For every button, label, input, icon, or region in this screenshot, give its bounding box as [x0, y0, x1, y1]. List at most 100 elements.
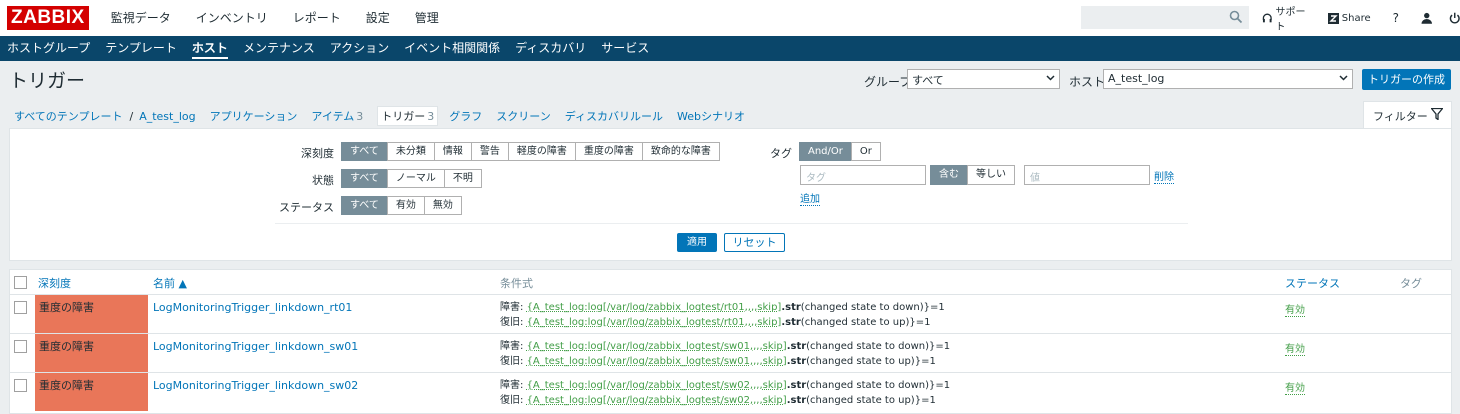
problem-expression: 障害: {A_test_log:log[/var/log/zabbix_logt…	[500, 339, 950, 354]
tag-remove-link[interactable]: 削除	[1154, 168, 1174, 184]
tab-items[interactable]: アイテム 3	[311, 108, 363, 124]
trigger-name-link[interactable]: LogMonitoringTrigger_linkdown_sw02	[153, 379, 358, 392]
state-unknown[interactable]: 不明	[443, 169, 482, 188]
row-checkbox[interactable]	[14, 340, 27, 353]
select-all-checkbox[interactable]	[14, 276, 27, 289]
triggers-table: 深刻度 名前 ▲ 条件式 ステータス タグ 重度の障害 LogMonitorin…	[9, 269, 1452, 414]
severity-warning[interactable]: 警告	[470, 142, 509, 161]
tag-mode-and-or[interactable]: And/Or	[799, 142, 852, 161]
breadcrumb-template[interactable]: A_test_log	[139, 110, 195, 123]
item-key-link[interactable]: {A_test_log:log[/var/log/zabbix_logtest/…	[527, 341, 787, 352]
tag-op-contains[interactable]: 含む	[930, 165, 968, 185]
submenu-hosts[interactable]: ホスト	[191, 36, 228, 61]
severity-information[interactable]: 情報	[433, 142, 472, 161]
tab-items-count: 3	[356, 110, 364, 123]
group-label: グループ	[864, 75, 912, 89]
filter-tab-label: フィルター	[1373, 110, 1428, 123]
recovery-expression: 復旧: {A_test_log:log[/var/log/zabbix_logt…	[500, 393, 950, 408]
tag-value-input[interactable]: 値	[1024, 165, 1150, 185]
column-name[interactable]: 名前 ▲	[153, 275, 187, 291]
main-menu-monitoring[interactable]: 監視データ	[99, 0, 184, 36]
tab-discovery-rules[interactable]: ディスカバリルール	[565, 108, 663, 124]
column-status[interactable]: ステータス	[1285, 275, 1340, 291]
function-name: .str	[786, 380, 807, 391]
zabbix-logo[interactable]: ZABBIX	[7, 6, 89, 30]
breadcrumb-all-templates[interactable]: すべてのテンプレート	[14, 108, 122, 124]
tag-operator-toggle: 含む 等しい	[930, 165, 1015, 185]
tab-web-scenarios[interactable]: Webシナリオ	[677, 108, 745, 124]
function-arg: (changed state to up)	[806, 356, 915, 367]
user-profile-icon[interactable]	[1421, 12, 1433, 24]
reset-button[interactable]: リセット	[724, 233, 785, 252]
filter-tab[interactable]: フィルター	[1363, 101, 1452, 128]
host-label: ホスト	[1069, 75, 1106, 89]
recovery-prefix: 復旧:	[500, 395, 527, 406]
tag-mode-or[interactable]: Or	[850, 142, 881, 161]
status-link[interactable]: 有効	[1285, 301, 1305, 317]
trigger-name-link[interactable]: LogMonitoringTrigger_linkdown_sw01	[153, 340, 358, 353]
share-link[interactable]: Share	[1327, 12, 1371, 24]
support-link[interactable]: サポート	[1262, 3, 1314, 33]
status-toggle: すべて 有効 無効	[341, 196, 462, 215]
status-all[interactable]: すべて	[341, 196, 388, 215]
severity-high[interactable]: 重度の障害	[574, 142, 643, 161]
state-normal[interactable]: ノーマル	[386, 169, 445, 188]
trigger-name-link[interactable]: LogMonitoringTrigger_linkdown_rt01	[153, 301, 352, 314]
tag-name-input[interactable]: タグ	[800, 165, 926, 185]
function-name: .str	[786, 341, 807, 352]
host-select[interactable]: A_test_log	[1103, 69, 1353, 89]
item-key-link[interactable]: {A_test_log:log[/var/log/zabbix_logtest/…	[527, 395, 787, 406]
tab-applications[interactable]: アプリケーション	[210, 108, 298, 124]
column-severity[interactable]: 深刻度	[38, 275, 71, 291]
sub-menu: ホストグループ テンプレート ホスト メンテナンス アクション イベント相関関係…	[0, 36, 1460, 61]
item-key-link[interactable]: {A_test_log:log[/var/log/zabbix_logtest/…	[527, 380, 787, 391]
recovery-prefix: 復旧:	[500, 356, 527, 367]
help-button[interactable]: ?	[1393, 11, 1399, 25]
sign-out-icon[interactable]	[1449, 12, 1460, 24]
submenu-discovery[interactable]: ディスカバリ	[515, 36, 586, 61]
severity-average[interactable]: 軽度の障害	[507, 142, 576, 161]
status-disabled[interactable]: 無効	[423, 196, 462, 215]
submenu-event-correlation[interactable]: イベント相関関係	[404, 36, 500, 61]
item-key-link[interactable]: {A_test_log:log[/var/log/zabbix_logtest/…	[527, 317, 782, 328]
state-all[interactable]: すべて	[341, 169, 388, 188]
status-link[interactable]: 有効	[1285, 340, 1305, 356]
submenu-actions[interactable]: アクション	[330, 36, 389, 61]
row-checkbox[interactable]	[14, 301, 27, 314]
tag-op-equals[interactable]: 等しい	[967, 165, 1015, 185]
severity-not-classified[interactable]: 未分類	[386, 142, 435, 161]
group-select[interactable]: すべて	[907, 69, 1060, 89]
item-key-link[interactable]: {A_test_log:log[/var/log/zabbix_logtest/…	[527, 302, 782, 313]
row-checkbox[interactable]	[14, 379, 27, 392]
function-name: .str	[781, 317, 801, 328]
expression-suffix: }=1	[929, 380, 951, 391]
status-link[interactable]: 有効	[1285, 379, 1305, 395]
severity-disaster[interactable]: 致命的な障害	[641, 142, 720, 161]
create-trigger-button[interactable]: トリガーの作成	[1362, 69, 1451, 90]
submenu-maintenance[interactable]: メンテナンス	[243, 36, 315, 61]
apply-button[interactable]: 適用	[677, 233, 717, 252]
submenu-templates[interactable]: テンプレート	[105, 36, 177, 61]
search-icon[interactable]	[1229, 10, 1243, 24]
tab-screens[interactable]: スクリーン	[496, 108, 550, 124]
main-menu-administration[interactable]: 管理	[403, 0, 452, 36]
main-menu-configuration[interactable]: 設定	[354, 0, 403, 36]
submenu-services[interactable]: サービス	[601, 36, 649, 61]
column-expression: 条件式	[500, 277, 533, 290]
search-input[interactable]	[1081, 6, 1249, 29]
trigger-expression: 障害: {A_test_log:log[/var/log/zabbix_logt…	[500, 339, 950, 369]
tab-graphs[interactable]: グラフ	[449, 108, 482, 124]
expression-suffix: }=1	[914, 356, 936, 367]
tag-add-link[interactable]: 追加	[800, 190, 820, 206]
severity-all[interactable]: すべて	[341, 142, 388, 161]
item-key-link[interactable]: {A_test_log:log[/var/log/zabbix_logtest/…	[527, 356, 787, 367]
tab-triggers[interactable]: トリガー 3	[377, 106, 439, 126]
status-label: ステータス	[279, 201, 334, 214]
breadcrumb: すべてのテンプレート / A_test_log アプリケーション アイテム 3 ト…	[14, 106, 759, 126]
submenu-host-groups[interactable]: ホストグループ	[7, 36, 90, 61]
main-menu-reports[interactable]: レポート	[281, 0, 354, 36]
main-menu-inventory[interactable]: インベントリ	[184, 0, 281, 36]
breadcrumb-separator: /	[129, 109, 134, 123]
tag-label: タグ	[770, 147, 792, 160]
status-enabled[interactable]: 有効	[386, 196, 425, 215]
